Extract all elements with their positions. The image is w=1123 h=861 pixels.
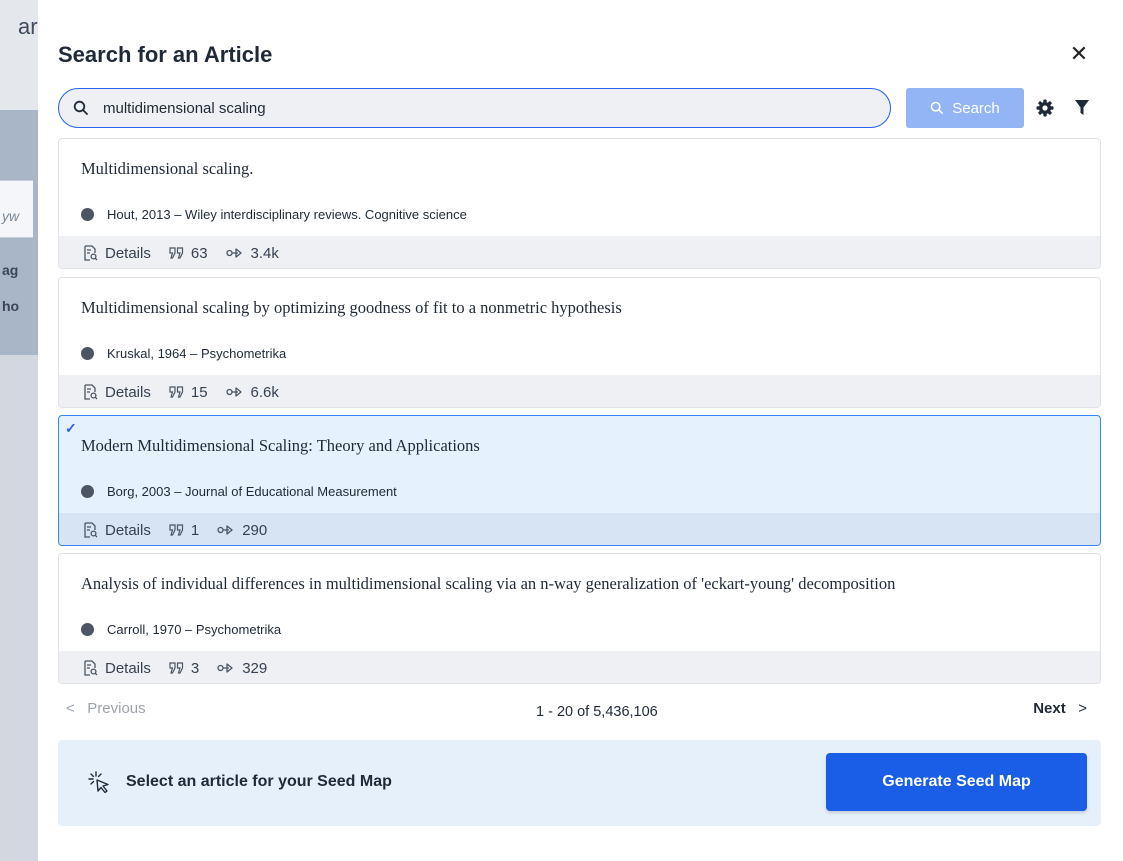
- card-footer: Details 15 6.6k: [59, 375, 1100, 407]
- details-link[interactable]: Details: [83, 522, 151, 539]
- search-icon: [930, 101, 944, 115]
- article-title[interactable]: Multidimensional scaling by optimizing g…: [81, 298, 622, 318]
- citations-value: 290: [242, 521, 268, 539]
- card-footer: Details 3 329: [59, 651, 1100, 683]
- article-title[interactable]: Analysis of individual differences in mu…: [81, 574, 895, 594]
- card-footer: Details 1 290: [59, 513, 1100, 545]
- dot-icon: [81, 623, 94, 636]
- dot-icon: [81, 208, 94, 221]
- result-card[interactable]: Analysis of individual differences in mu…: [58, 553, 1101, 684]
- generate-seed-map-button[interactable]: Generate Seed Map: [826, 753, 1087, 811]
- result-card[interactable]: Multidimensional scaling. Hout, 2013 – W…: [58, 138, 1101, 269]
- results-count: 1 - 20 of 5,436,106: [536, 704, 658, 720]
- references-count: 3: [169, 660, 199, 677]
- background-title-fragment: ar: [18, 14, 38, 39]
- document-search-icon: [84, 660, 98, 676]
- document-search-icon: [84, 245, 98, 261]
- references-count: 1: [169, 522, 199, 539]
- filter-icon[interactable]: [1074, 98, 1090, 118]
- article-author-journal: Hout, 2013 – Wiley interdisciplinary rev…: [107, 207, 467, 222]
- previous-page-button[interactable]: < Previous: [66, 700, 146, 717]
- background-field-fragment: yw: [2, 208, 20, 224]
- citations-value: 3.4k: [250, 244, 279, 262]
- citations-count: 329: [217, 660, 267, 677]
- background-text-fragment: ag: [2, 262, 19, 278]
- click-cursor-icon: [88, 771, 109, 793]
- dot-icon: [81, 347, 94, 360]
- article-meta: Kruskal, 1964 – Psychometrika: [81, 346, 286, 361]
- search-input[interactable]: [103, 95, 873, 121]
- search-icon: [73, 100, 88, 115]
- citation-arrow-icon: [217, 663, 233, 673]
- article-author-journal: Borg, 2003 – Journal of Educational Meas…: [107, 484, 397, 499]
- next-page-button[interactable]: Next >: [1033, 700, 1087, 717]
- quote-icon: [169, 524, 183, 536]
- references-value: 15: [190, 383, 208, 401]
- result-card[interactable]: Multidimensional scaling by optimizing g…: [58, 277, 1101, 408]
- details-label: Details: [105, 244, 151, 262]
- background-text-fragment: ho: [2, 298, 20, 314]
- details-label: Details: [105, 521, 151, 539]
- references-count: 15: [169, 384, 208, 401]
- seed-map-hint-text: Select an article for your Seed Map: [126, 773, 392, 790]
- citations-value: 329: [242, 659, 268, 677]
- quote-icon: [169, 662, 183, 674]
- article-meta: Hout, 2013 – Wiley interdisciplinary rev…: [81, 207, 467, 222]
- article-meta: Carroll, 1970 – Psychometrika: [81, 622, 281, 637]
- details-label: Details: [105, 659, 151, 677]
- next-label: Next: [1033, 700, 1066, 717]
- search-article-modal: Search for an Article ✕ Search Multidime…: [38, 0, 1123, 861]
- search-button[interactable]: Search: [906, 88, 1024, 128]
- article-meta: Borg, 2003 – Journal of Educational Meas…: [81, 484, 397, 499]
- seed-map-hint: Select an article for your Seed Map: [88, 771, 392, 793]
- references-value: 63: [190, 244, 208, 262]
- details-label: Details: [105, 383, 151, 401]
- gear-icon[interactable]: [1035, 98, 1055, 118]
- document-search-icon: [84, 522, 98, 538]
- article-title[interactable]: Modern Multidimensional Scaling: Theory …: [81, 436, 480, 456]
- modal-title: Search for an Article: [58, 42, 273, 67]
- pagination: < Previous 1 - 20 of 5,436,106 Next >: [58, 700, 1101, 724]
- details-link[interactable]: Details: [83, 660, 151, 677]
- references-value: 1: [190, 521, 200, 539]
- quote-icon: [169, 247, 183, 259]
- article-author-journal: Carroll, 1970 – Psychometrika: [107, 622, 282, 637]
- citation-arrow-icon: [225, 248, 242, 258]
- card-footer: Details 63 3.4k: [59, 236, 1100, 268]
- chevron-left-icon: <: [66, 700, 75, 717]
- chevron-right-icon: >: [1078, 700, 1087, 717]
- search-field[interactable]: [58, 88, 891, 128]
- document-search-icon: [84, 384, 98, 400]
- citations-count: 3.4k: [225, 244, 279, 262]
- close-icon[interactable]: ✕: [1068, 42, 1090, 66]
- dot-icon: [81, 485, 94, 498]
- quote-icon: [169, 386, 183, 398]
- details-link[interactable]: Details: [83, 384, 151, 401]
- citations-value: 6.6k: [250, 383, 279, 401]
- article-author-journal: Kruskal, 1964 – Psychometrika: [107, 346, 287, 361]
- result-card-selected[interactable]: ✓ Modern Multidimensional Scaling: Theor…: [58, 415, 1101, 546]
- article-title[interactable]: Multidimensional scaling.: [81, 159, 253, 179]
- citations-count: 290: [217, 522, 267, 539]
- references-count: 63: [169, 245, 208, 262]
- background-app: ar yw ag ho: [0, 0, 38, 861]
- checkmark-icon: ✓: [65, 420, 77, 436]
- previous-label: Previous: [87, 700, 146, 717]
- citation-arrow-icon: [225, 387, 242, 397]
- search-button-label: Search: [952, 99, 1000, 117]
- seed-map-footer: Select an article for your Seed Map Gene…: [58, 740, 1101, 826]
- details-link[interactable]: Details: [83, 245, 151, 262]
- citation-arrow-icon: [217, 525, 233, 535]
- references-value: 3: [190, 659, 200, 677]
- citations-count: 6.6k: [225, 383, 279, 401]
